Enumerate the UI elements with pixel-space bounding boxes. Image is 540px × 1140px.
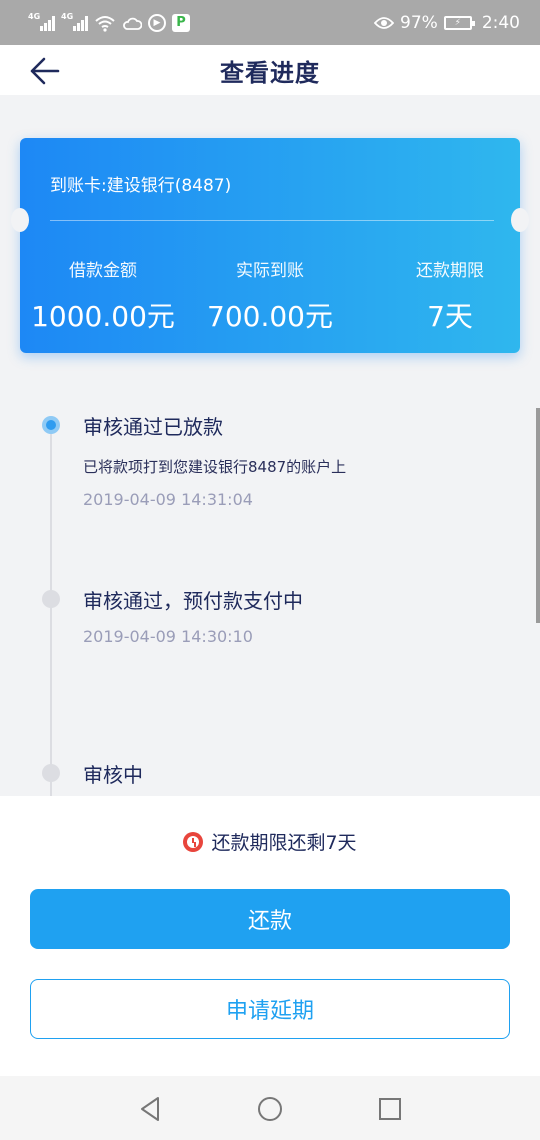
timeline-time: 2019-04-09 14:31:04: [83, 490, 253, 509]
repay-button[interactable]: 还款: [30, 889, 510, 949]
weather-icon: [123, 17, 142, 30]
recents-square-icon[interactable]: [375, 1094, 405, 1124]
timeline-dot: [42, 764, 60, 782]
repay-reminder: 还款期限还剩7天: [0, 828, 540, 855]
play-icon: ▶: [148, 13, 166, 32]
home-circle-icon[interactable]: [255, 1094, 285, 1124]
timeline-dot: [42, 590, 60, 608]
signal-icon: 4G: [61, 11, 88, 31]
system-nav-bar: [0, 1076, 540, 1140]
back-triangle-icon[interactable]: [136, 1094, 166, 1124]
bottom-panel: 还款期限还剩7天 还款 申请延期: [0, 796, 540, 1076]
battery-percent: 97%: [400, 12, 438, 33]
p-app-icon: P: [172, 13, 190, 32]
timeline-time: 2019-04-09 14:30:10: [83, 627, 253, 646]
wifi-icon: [95, 15, 115, 32]
timeline-line: [50, 424, 52, 796]
clock-time: 2:40: [481, 12, 520, 33]
timeline-dot-active: [42, 416, 60, 434]
stat-label: 实际到账: [236, 261, 304, 281]
stat-loan-amount: 借款金额 1000.00元: [23, 256, 183, 335]
stat-value: 7天: [427, 300, 473, 333]
card-notch: [11, 208, 29, 232]
stat-label: 还款期限: [416, 261, 484, 281]
signal-tag: 4G: [61, 11, 74, 21]
timeline-desc: 已将款项打到您建设银行8487的账户上: [83, 458, 347, 476]
timeline-title: 审核通过，预付款支付中: [83, 589, 303, 613]
eye-icon: [374, 16, 395, 29]
status-bar: 4G 4G ▶ P 97% ⚡ 2:40: [0, 0, 540, 45]
alarm-clock-icon: [183, 831, 204, 852]
timeline-title: 审核中: [83, 763, 143, 787]
timeline-title: 审核通过已放款: [83, 415, 223, 439]
reminder-text: 还款期限还剩7天: [211, 832, 357, 854]
stat-repay-term: 还款期限 7天: [370, 256, 530, 335]
signal-icon: 4G: [28, 11, 55, 31]
status-right: 97% ⚡ 2:40: [374, 13, 520, 33]
scrollbar[interactable]: [536, 408, 540, 623]
stat-value: 1000.00元: [31, 300, 175, 333]
battery-icon: ⚡: [443, 15, 475, 30]
page-title: 查看进度: [220, 59, 320, 87]
header: 查看进度: [0, 45, 540, 95]
stat-value: 700.00元: [207, 300, 333, 333]
extend-button[interactable]: 申请延期: [30, 979, 510, 1039]
card-notch: [511, 208, 529, 232]
loan-card: 到账卡:建设银行(8487) 借款金额 1000.00元 实际到账 700.00…: [11, 138, 529, 353]
card-divider: [50, 220, 494, 221]
receiving-account: 到账卡:建设银行(8487): [50, 176, 232, 196]
stat-label: 借款金额: [69, 261, 137, 281]
stat-actual-received: 实际到账 700.00元: [190, 256, 350, 335]
signal-tag: 4G: [28, 11, 41, 21]
status-left: 4G 4G ▶ P: [28, 11, 190, 32]
